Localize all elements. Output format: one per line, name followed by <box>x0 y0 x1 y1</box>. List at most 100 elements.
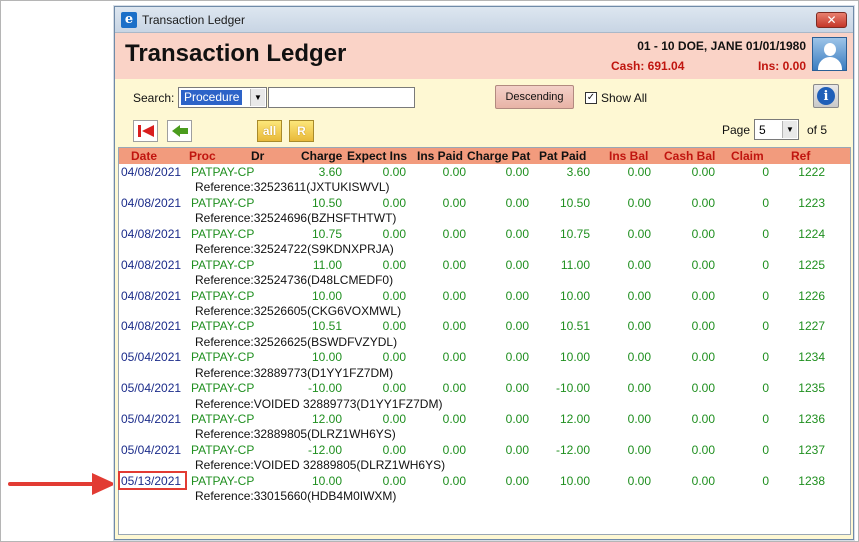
cell-charge: 10.00 <box>311 473 342 488</box>
cell-ins-paid: 0.00 <box>442 412 466 426</box>
r-button[interactable]: R <box>289 120 314 142</box>
table-row[interactable]: 04/08/2021 PATPAY-CP 3.60 0.00 0.00 0.00 3.60 0… <box>119 164 850 179</box>
cell-ins-bal: 0.00 <box>627 473 651 488</box>
show-all-checkbox[interactable]: ✓ <box>585 92 597 104</box>
info-button[interactable]: i <box>813 84 839 108</box>
cell-proc: PATPAY-CP <box>191 165 255 179</box>
patient-avatar-icon[interactable] <box>812 37 847 71</box>
table-row[interactable]: 05/04/2021 PATPAY-CP -12.00 0.00 0.00 0.00 -12… <box>119 442 850 457</box>
close-button[interactable]: ✕ <box>816 12 847 28</box>
cell-ref: 1223 <box>798 195 825 210</box>
search-field-select[interactable]: Procedure ▼ <box>178 87 267 108</box>
page-select[interactable]: 5 ▼ <box>754 119 799 140</box>
cell-expect-ins: 0.00 <box>382 350 406 365</box>
cell-expect-ins: 0.00 <box>382 319 406 334</box>
cell-cash-bal: 0.00 <box>691 442 715 457</box>
r-icon: R <box>297 124 306 138</box>
cell-pat-paid: -10.00 <box>555 381 590 396</box>
chevron-down-icon[interactable]: ▼ <box>782 121 797 138</box>
reference-row: Reference:32524696(BZHSFTHTWT) <box>119 210 850 225</box>
cell-proc: PATPAY-CP <box>191 257 255 272</box>
cell-charge-pat: 0.00 <box>505 381 529 396</box>
column-header-proc[interactable]: Proc <box>189 149 216 163</box>
table-row[interactable]: 04/08/2021 PATPAY-CP 11.00 0.00 0.00 0.00 11.0… <box>119 257 850 272</box>
column-header-date[interactable]: Date <box>131 149 157 163</box>
cell-claim: 0 <box>762 288 769 303</box>
cell-pat-paid: 10.00 <box>559 350 590 365</box>
cell-ins-bal: 0.00 <box>627 257 651 272</box>
app-e-icon: e <box>121 11 137 28</box>
table-row[interactable]: 05/04/2021 PATPAY-CP 10.00 0.00 0.00 0.00 10.0… <box>119 349 850 364</box>
reference-text: Reference:32524736(D48LCMEDF0) <box>195 273 394 288</box>
table-row[interactable]: 04/08/2021 PATPAY-CP 10.51 0.00 0.00 0.00 10.5… <box>119 318 850 333</box>
back-button[interactable] <box>167 120 192 142</box>
cell-cash-bal: 0.00 <box>691 226 715 241</box>
column-header-charge[interactable]: Charge <box>301 149 342 163</box>
insurance-balance: Ins: 0.00 <box>757 59 806 73</box>
reference-text: Reference:32524696(BZHSFTHTWT) <box>195 211 397 226</box>
column-header-cash-bal[interactable]: Cash Bal <box>664 149 715 163</box>
table-row[interactable]: 04/08/2021 PATPAY-CP 10.00 0.00 0.00 0.00 10.0… <box>119 288 850 303</box>
table-row[interactable]: 05/04/2021 PATPAY-CP -10.00 0.00 0.00 0.00 -10… <box>119 380 850 395</box>
cell-cash-bal: 0.00 <box>691 381 715 396</box>
column-header-ins-bal[interactable]: Ins Bal <box>609 149 648 163</box>
cell-cash-bal: 0.00 <box>691 473 715 488</box>
cell-date: 05/04/2021 <box>121 412 182 426</box>
cell-ref: 1235 <box>798 381 825 396</box>
column-header-ref[interactable]: Ref <box>791 149 810 163</box>
reference-row: Reference:32889773(D1YY1FZ7DM) <box>119 365 850 380</box>
table-row[interactable]: 04/08/2021 PATPAY-CP 10.50 0.00 0.00 0.00 10.5… <box>119 195 850 210</box>
cell-pat-paid: 3.60 <box>566 165 590 179</box>
column-header-charge-pat[interactable]: Charge Pat <box>467 149 530 163</box>
descending-button[interactable]: Descending <box>495 85 574 109</box>
search-field-value: Procedure <box>181 90 243 105</box>
column-header-dr[interactable]: Dr <box>251 149 264 163</box>
ledger-header: Transaction Ledger 01 - 10 DOE, JANE 01/… <box>115 33 853 79</box>
reference-text: Reference:33015660(HDB4M0IWXM) <box>195 489 397 504</box>
cell-expect-ins: 0.00 <box>382 288 406 303</box>
reference-row: Reference:33015660(HDB4M0IWXM) <box>119 488 850 503</box>
all-button[interactable]: all <box>257 120 282 142</box>
cell-ref: 1225 <box>798 257 825 272</box>
cell-ins-paid: 0.00 <box>442 195 466 210</box>
cell-ref: 1236 <box>798 412 825 426</box>
search-input[interactable] <box>268 87 415 108</box>
cell-charge-pat: 0.00 <box>505 195 529 210</box>
cell-charge-pat: 0.00 <box>505 442 529 457</box>
table-row[interactable]: 05/13/2021 PATPAY-CP 10.00 0.00 0.00 0.00 10.0… <box>119 473 850 488</box>
cell-ins-bal: 0.00 <box>627 319 651 334</box>
reference-text: Reference:32526605(CKG6VOXMWL) <box>195 303 402 318</box>
column-header-expect-ins[interactable]: Expect Ins <box>347 149 407 163</box>
cell-ins-bal: 0.00 <box>627 442 651 457</box>
cell-charge: 10.75 <box>311 226 342 241</box>
reference-row: Reference:32526605(CKG6VOXMWL) <box>119 303 850 318</box>
page-label: Page <box>722 123 751 137</box>
table-header: Date Proc Dr Charge Expect Ins Ins Paid Charge… <box>119 148 850 164</box>
cell-ins-paid: 0.00 <box>442 288 466 303</box>
cell-claim: 0 <box>762 412 769 426</box>
table-row[interactable]: 05/04/2021 PATPAY-CP 12.00 0.00 0.00 0.00 12.0… <box>119 411 850 426</box>
table-row[interactable]: 04/08/2021 PATPAY-CP 10.75 0.00 0.00 0.00 10.7… <box>119 226 850 241</box>
first-page-button[interactable] <box>133 120 158 142</box>
reference-row: Reference:32523611(JXTUKISWVL) <box>119 179 850 194</box>
show-all-toggle[interactable]: ✓ Show All <box>585 91 647 105</box>
cell-pat-paid: 10.51 <box>559 319 590 334</box>
cell-claim: 0 <box>762 381 769 396</box>
cell-ins-paid: 0.00 <box>442 319 466 334</box>
column-header-pat-paid[interactable]: Pat Paid <box>539 149 586 163</box>
column-header-claim[interactable]: Claim <box>731 149 764 163</box>
cell-ref: 1226 <box>798 288 825 303</box>
cell-expect-ins: 0.00 <box>382 473 406 488</box>
cell-cash-bal: 0.00 <box>691 257 715 272</box>
column-header-ins-paid[interactable]: Ins Paid <box>417 149 463 163</box>
cell-charge: 3.60 <box>318 165 342 179</box>
page-total: of 5 <box>807 123 828 137</box>
chevron-down-icon[interactable]: ▼ <box>250 89 265 106</box>
cell-ref: 1224 <box>798 226 825 241</box>
reference-row: Reference:VOIDED 32889805(DLRZ1WH6YS) <box>119 457 850 472</box>
cash-balance: Cash: 691.04 <box>611 59 685 73</box>
cell-ins-bal: 0.00 <box>627 165 651 179</box>
cell-pat-paid: 11.00 <box>560 257 590 272</box>
cell-date: 05/04/2021 <box>121 350 182 365</box>
cell-claim: 0 <box>762 319 769 334</box>
